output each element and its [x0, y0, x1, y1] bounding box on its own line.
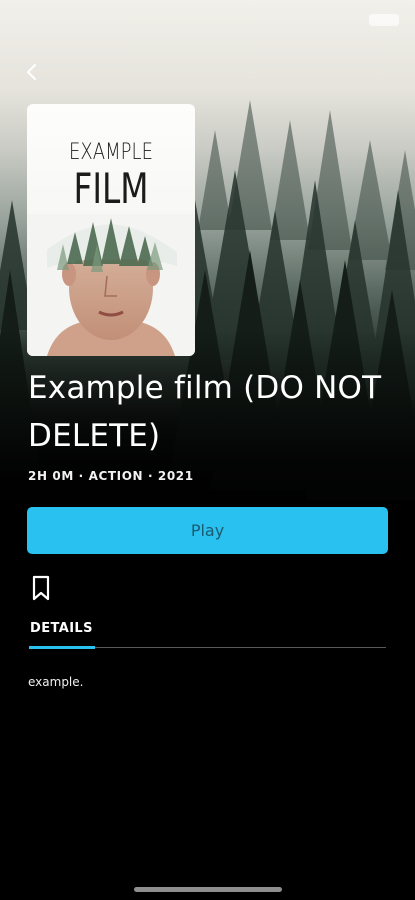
home-indicator[interactable]: [134, 887, 282, 892]
film-title: Example film (DO NOT DELETE): [28, 370, 382, 454]
play-button[interactable]: Play: [27, 507, 388, 554]
poster-title-line1: EXAMPLE: [69, 140, 153, 165]
battery-icon: [369, 14, 399, 26]
poster-face-artwork: [27, 214, 195, 356]
tab-details[interactable]: DETAILS: [30, 621, 93, 636]
poster-title-line2: FILM: [73, 164, 149, 213]
status-bar: [0, 0, 415, 40]
chevron-left-icon: [27, 64, 36, 80]
film-poster: EXAMPLE FILM: [27, 104, 195, 356]
bookmark-icon: [32, 575, 50, 601]
back-button[interactable]: [20, 58, 44, 86]
film-description: example.: [28, 675, 84, 689]
tab-active-indicator: [29, 646, 95, 649]
bookmark-button[interactable]: [30, 575, 52, 601]
film-meta: 2H 0M · ACTION · 2021: [28, 469, 194, 483]
